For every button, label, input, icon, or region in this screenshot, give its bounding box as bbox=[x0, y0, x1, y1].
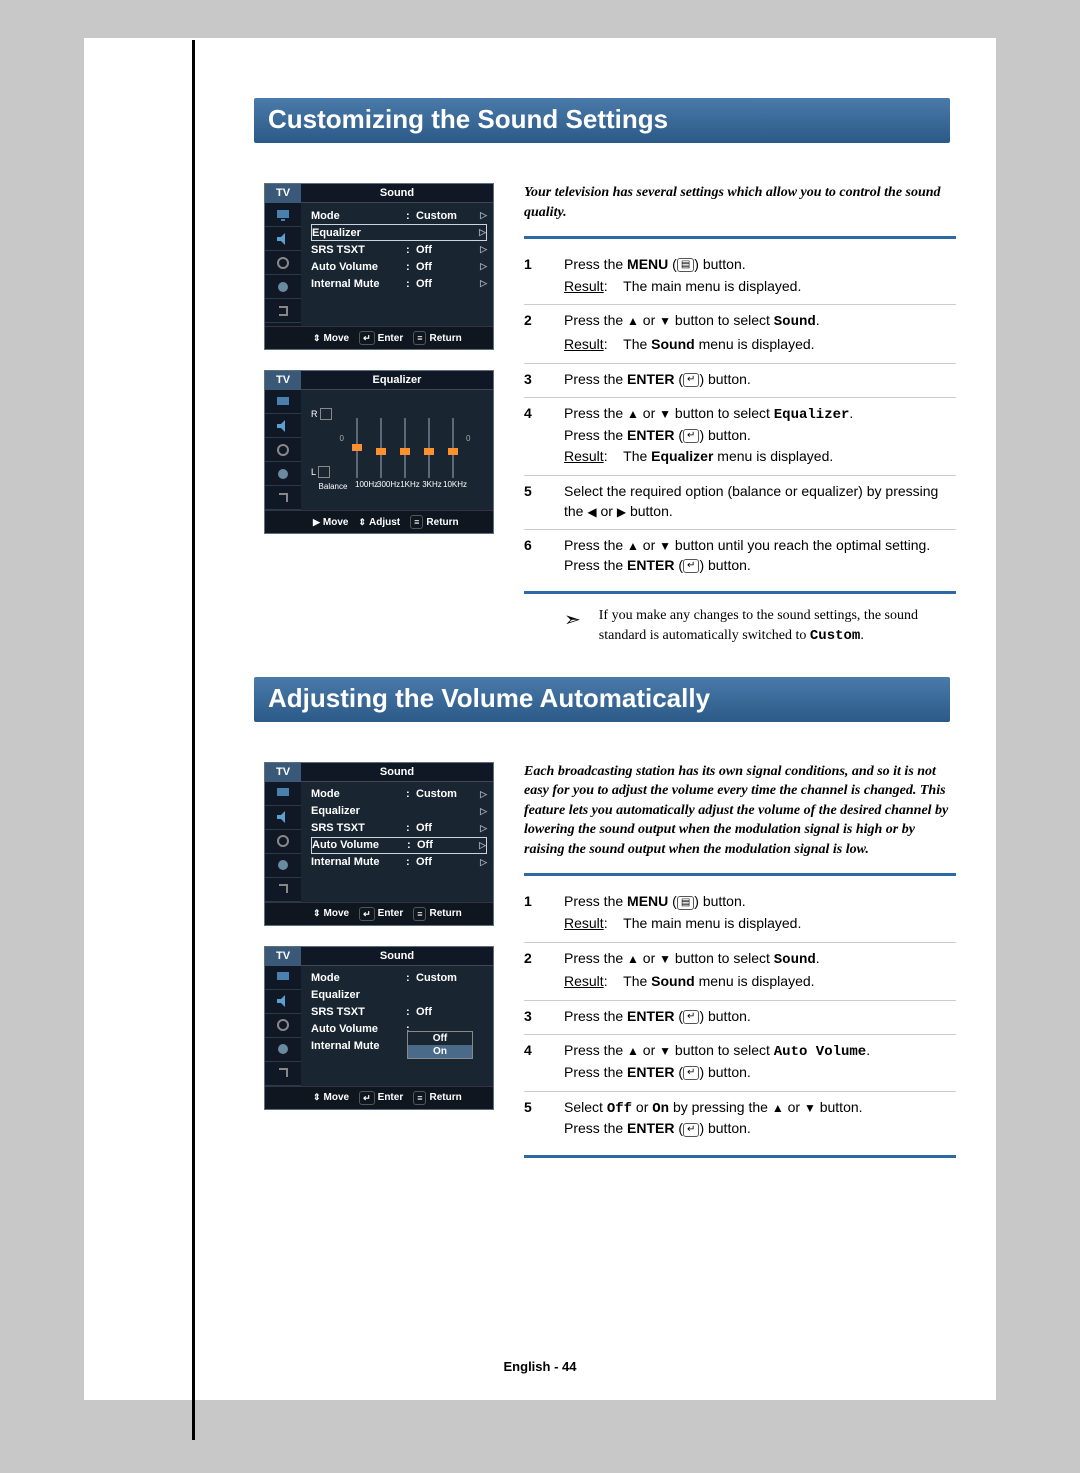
sound-icon bbox=[265, 227, 301, 251]
osd-sound-autovolume: TV Sound Mode:Custom▷ Eq bbox=[264, 762, 494, 926]
page: Customizing the Sound Settings TV Sound bbox=[84, 38, 996, 1400]
step-body: Press the ENTER (↵) button. bbox=[564, 370, 751, 392]
osd-sound-autovolume-popup: TV Sound Mode:Custom Equ bbox=[264, 946, 494, 1110]
note-icon: ➣ bbox=[564, 606, 581, 646]
option-popup: Off On bbox=[407, 1031, 473, 1059]
osd-menu-list: Mode:Custom▷ Equalizer▷ SRS TSXT:Off▷ Au… bbox=[301, 203, 493, 326]
picture-icon bbox=[265, 966, 301, 990]
step-number: 4 bbox=[524, 1041, 564, 1084]
separator bbox=[524, 236, 956, 239]
osd-equalizer: TV Equalizer bbox=[264, 370, 494, 534]
step-body: Press the ▲ or ▼ button to select Equali… bbox=[564, 404, 853, 469]
osd-title: Sound bbox=[301, 184, 493, 203]
section-title-sound: Customizing the Sound Settings bbox=[254, 98, 950, 143]
channel-icon bbox=[265, 251, 301, 275]
note: ➣ If you make any changes to the sound s… bbox=[524, 606, 956, 646]
sound-icon bbox=[265, 414, 301, 438]
step: 3Press the ENTER (↵) button. bbox=[524, 1000, 956, 1035]
step-number: 6 bbox=[524, 536, 564, 577]
step: 2Press the ▲ or ▼ button to select Sound… bbox=[524, 942, 956, 1000]
step-number: 5 bbox=[524, 1098, 564, 1141]
intro-text-2: Each broadcasting station has its own si… bbox=[524, 762, 956, 860]
step-body: Press the ▲ or ▼ button to select Auto V… bbox=[564, 1041, 870, 1084]
step-number: 3 bbox=[524, 1007, 564, 1029]
setup-icon bbox=[265, 462, 301, 486]
picture-icon bbox=[265, 390, 301, 414]
setup-icon bbox=[265, 854, 301, 878]
separator bbox=[524, 1155, 956, 1158]
step-body: Press the ▲ or ▼ button to select Sound.… bbox=[564, 949, 820, 994]
separator bbox=[524, 591, 956, 594]
step-number: 2 bbox=[524, 311, 564, 356]
step-body: Press the ▲ or ▼ button to select Sound.… bbox=[564, 311, 820, 356]
step: 4Press the ▲ or ▼ button to select Equal… bbox=[524, 397, 956, 475]
step: 2Press the ▲ or ▼ button to select Sound… bbox=[524, 304, 956, 362]
input-icon bbox=[265, 299, 301, 323]
setup-icon bbox=[265, 275, 301, 299]
sound-icon bbox=[265, 990, 301, 1014]
step-body: Press the ▲ or ▼ button until you reach … bbox=[564, 536, 930, 577]
step: 5Select Off or On by pressing the ▲ or ▼… bbox=[524, 1091, 956, 1147]
sound-icon bbox=[265, 806, 301, 830]
separator bbox=[524, 873, 956, 876]
step-body: Select the required option (balance or e… bbox=[564, 482, 956, 523]
equalizer-sliders: R L 0 0 bbox=[311, 398, 483, 478]
channel-icon bbox=[265, 830, 301, 854]
step: 3Press the ENTER (↵) button. bbox=[524, 363, 956, 398]
page-footer: English - 44 bbox=[84, 1359, 996, 1374]
step-number: 1 bbox=[524, 255, 564, 298]
step: 4Press the ▲ or ▼ button to select Auto … bbox=[524, 1034, 956, 1090]
osd-footer: ⇕Move ↵Enter ≡Return bbox=[265, 326, 493, 349]
picture-icon bbox=[265, 203, 301, 227]
step-number: 1 bbox=[524, 892, 564, 935]
osd-tv-label: TV bbox=[265, 184, 301, 203]
intro-text-1: Your television has several settings whi… bbox=[524, 183, 956, 222]
step: 1Press the MENU (▤) button.Result: The m… bbox=[524, 886, 956, 941]
step: 6Press the ▲ or ▼ button until you reach… bbox=[524, 529, 956, 583]
step-body: Press the MENU (▤) button.Result: The ma… bbox=[564, 255, 801, 298]
channel-icon bbox=[265, 1014, 301, 1038]
section-title-volume: Adjusting the Volume Automatically bbox=[254, 677, 950, 722]
osd-sidebar bbox=[265, 203, 301, 326]
input-icon bbox=[265, 486, 301, 510]
step-number: 5 bbox=[524, 482, 564, 523]
step-body: Select Off or On by pressing the ▲ or ▼ … bbox=[564, 1098, 863, 1141]
picture-icon bbox=[265, 782, 301, 806]
step-number: 3 bbox=[524, 370, 564, 392]
step-body: Press the MENU (▤) button.Result: The ma… bbox=[564, 892, 801, 935]
input-icon bbox=[265, 878, 301, 902]
channel-icon bbox=[265, 438, 301, 462]
step: 5Select the required option (balance or … bbox=[524, 475, 956, 529]
setup-icon bbox=[265, 1038, 301, 1062]
step-body: Press the ENTER (↵) button. bbox=[564, 1007, 751, 1029]
step-number: 2 bbox=[524, 949, 564, 994]
osd-sound-equalizer: TV Sound Mode:Custom▷ Eq bbox=[264, 183, 494, 350]
step: 1Press the MENU (▤) button.Result: The m… bbox=[524, 249, 956, 304]
step-number: 4 bbox=[524, 404, 564, 469]
input-icon bbox=[265, 1062, 301, 1086]
